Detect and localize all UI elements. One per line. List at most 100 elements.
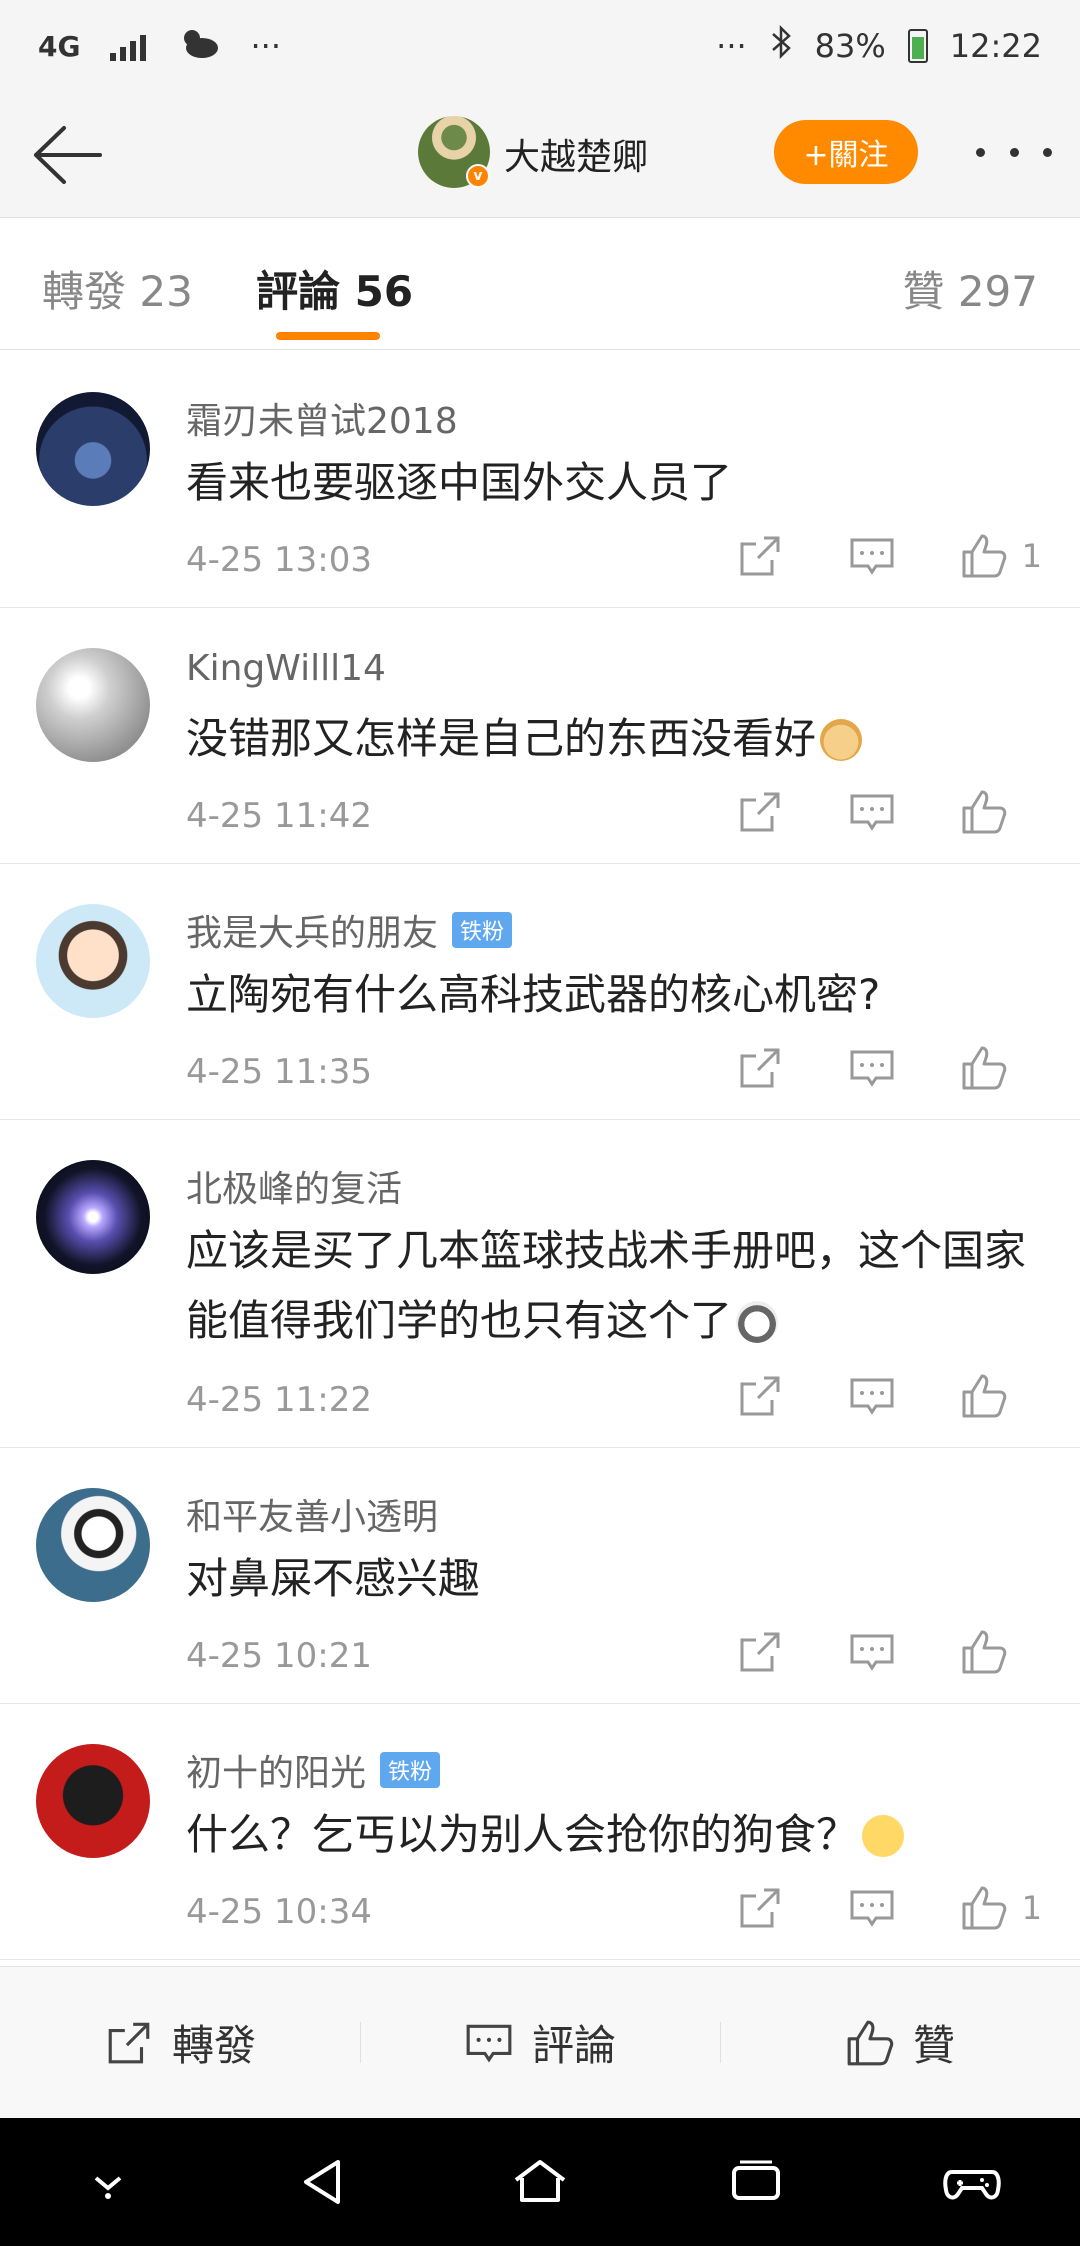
reply-button[interactable]	[848, 532, 896, 580]
comment-item: 我是大兵的朋友 铁粉 立陶宛有什么高科技武器的核心机密? 4-25 11:35	[0, 864, 1080, 1120]
tab-likes[interactable]: 贊 297	[902, 258, 1038, 319]
active-tab-indicator	[276, 332, 380, 340]
commenter-avatar[interactable]	[36, 1744, 150, 1858]
like-button[interactable]	[960, 788, 1008, 836]
verified-badge-icon: v	[466, 164, 490, 188]
comment-time: 4-25 10:21	[186, 1636, 372, 1676]
commenter-avatar[interactable]	[36, 1488, 150, 1602]
share-icon	[740, 1376, 780, 1416]
share-button[interactable]	[736, 532, 784, 580]
commenter-name[interactable]: 和平友善小透明	[186, 1488, 438, 1540]
share-button[interactable]	[736, 1372, 784, 1420]
like-post-button[interactable]: 贊	[720, 2012, 1080, 2073]
comment-actions: 1	[672, 1884, 1042, 1932]
thumbs-up-icon	[962, 1374, 1007, 1418]
comment-time: 4-25 11:22	[186, 1380, 372, 1420]
fan-badge: 铁粉	[452, 912, 513, 948]
back-triangle-icon	[304, 2160, 340, 2204]
weather-icon	[176, 24, 220, 68]
comment-actions	[672, 1372, 1042, 1420]
comment-text: 对鼻屎不感兴趣	[186, 1554, 481, 1603]
like-button[interactable]	[960, 532, 1008, 580]
repost-button[interactable]: 轉發	[0, 2012, 360, 2073]
hide-nav-button[interactable]	[76, 2150, 140, 2214]
comment-item: 北极峰的复活 应该是买了几本篮球技战术手册吧，这个国家能值得我们学的也只有这个了…	[0, 1120, 1080, 1448]
bottom-action-bar: 轉發 評論 贊	[0, 1966, 1080, 2118]
status-more-right: ···	[716, 27, 747, 65]
reply-button[interactable]	[848, 788, 896, 836]
commenter-name[interactable]: 我是大兵的朋友 铁粉	[186, 904, 513, 956]
thumbs-up-icon	[962, 534, 1006, 578]
comment-text: 立陶宛有什么高科技武器的核心机密?	[186, 970, 881, 1019]
share-icon	[740, 792, 780, 832]
reply-icon	[850, 1634, 894, 1671]
system-home-button[interactable]	[508, 2150, 572, 2214]
share-icon	[740, 536, 780, 576]
thumbs-up-icon	[847, 2020, 894, 2065]
comment-list: 霜刃未曾试2018 看来也要驱逐中国外交人员了 4-25 13:03 1 Kin…	[0, 352, 1080, 1966]
tab-bar: 轉發 23 評論 56 贊 297	[0, 218, 1080, 350]
recents-icon	[732, 2160, 780, 2200]
bluetooth-icon	[769, 24, 793, 68]
commenter-avatar[interactable]	[36, 648, 150, 762]
commenter-avatar[interactable]	[36, 392, 150, 506]
commenter-name[interactable]: 北极峰的复活	[186, 1160, 402, 1212]
commenter-name[interactable]: KingWilll14	[186, 648, 386, 689]
comment-time: 4-25 11:42	[186, 796, 372, 836]
reply-icon	[850, 1050, 894, 1087]
like-button[interactable]	[960, 1884, 1008, 1932]
husky-emoji-icon	[736, 1301, 779, 1343]
thumbs-up-icon	[962, 790, 1007, 834]
tab-repost[interactable]: 轉發 23	[42, 258, 193, 319]
reply-button[interactable]	[848, 1628, 896, 1676]
chevron-down-icon	[94, 2176, 122, 2199]
share-icon	[740, 1888, 780, 1928]
game-mode-button[interactable]	[940, 2150, 1004, 2214]
poster-name[interactable]: 大越楚卿	[504, 128, 648, 180]
thumbs-up-icon	[962, 1630, 1007, 1674]
home-icon	[514, 2160, 566, 2202]
comment-text: 什么？乞丐以为别人会抢你的狗食？	[186, 1800, 1046, 1870]
comment-button[interactable]: 評論	[360, 2012, 720, 2073]
comment-item: KingWilll14 没错那又怎样是自己的东西没看好 4-25 11:42	[0, 608, 1080, 864]
share-button[interactable]	[736, 1044, 784, 1092]
weibo-comment-page: 4G ··· ··· 83% 12:22 v 大越楚卿 +關注 轉發 23 評論…	[0, 0, 1080, 2246]
share-icon	[740, 1048, 780, 1088]
more-dot-icon	[1009, 147, 1019, 157]
comment-text: 没错那又怎样是自己的东西没看好	[186, 704, 1046, 774]
status-bar: 4G ··· ··· 83% 12:22	[0, 0, 1080, 92]
follow-button[interactable]: +關注	[774, 120, 918, 184]
more-dot-icon	[1043, 147, 1052, 157]
system-recents-button[interactable]	[724, 2150, 788, 2214]
reply-icon	[850, 1890, 894, 1927]
system-back-button[interactable]	[292, 2150, 356, 2214]
commenter-avatar[interactable]	[36, 904, 150, 1018]
reply-button[interactable]	[848, 1044, 896, 1092]
commenter-name[interactable]: 初十的阳光 铁粉	[186, 1744, 441, 1796]
share-button[interactable]	[736, 1628, 784, 1676]
comment-text: 应该是买了几本篮球技战术手册吧，这个国家能值得我们学的也只有这个了	[186, 1226, 1027, 1345]
reply-button[interactable]	[848, 1372, 896, 1420]
reply-icon	[850, 794, 894, 831]
comment-actions: 1	[672, 532, 1042, 580]
sly-smile-emoji-icon	[862, 1815, 905, 1857]
gamepad-icon	[943, 2170, 1001, 2200]
status-more-left: ···	[250, 27, 281, 65]
system-navigation-bar	[0, 2118, 1080, 2246]
more-options-button[interactable]	[976, 132, 1052, 172]
like-button[interactable]	[960, 1628, 1008, 1676]
like-button[interactable]	[960, 1044, 1008, 1092]
commenter-avatar[interactable]	[36, 1160, 150, 1274]
comment-item: 霜刃未曾试2018 看来也要驱逐中国外交人员了 4-25 13:03 1	[0, 352, 1080, 608]
like-button[interactable]	[960, 1372, 1008, 1420]
share-button[interactable]	[736, 1884, 784, 1932]
commenter-name[interactable]: 霜刃未曾试2018	[186, 392, 458, 444]
comment-text: 看来也要驱逐中国外交人员了	[186, 458, 733, 507]
reply-button[interactable]	[848, 1884, 896, 1932]
network-type: 4G	[38, 29, 81, 63]
share-button[interactable]	[736, 788, 784, 836]
comment-actions	[672, 1044, 1042, 1092]
back-button[interactable]	[28, 120, 104, 190]
tab-comments[interactable]: 評論 56	[256, 258, 413, 319]
doge-emoji-icon	[820, 719, 863, 761]
